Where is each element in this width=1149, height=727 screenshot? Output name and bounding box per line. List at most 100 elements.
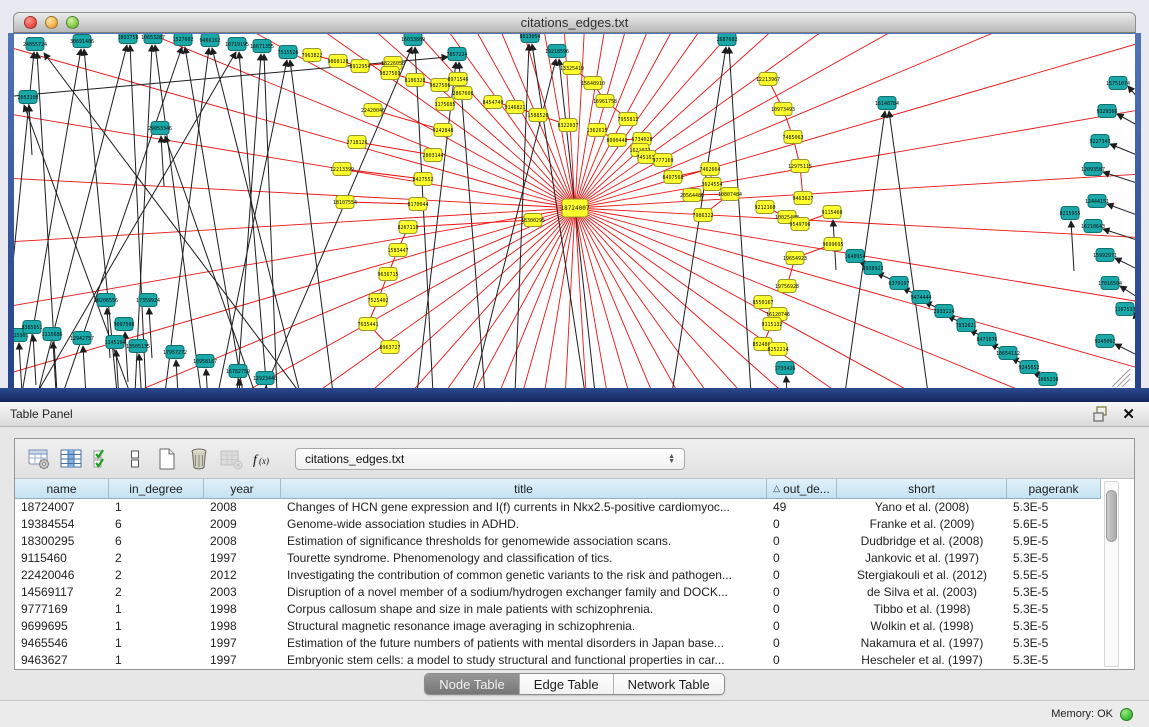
graph-node[interactable]: 2687682 <box>716 34 737 46</box>
tab-network-table[interactable]: Network Table <box>614 674 724 694</box>
graph-node[interactable]: 12942757 <box>70 332 94 345</box>
graph-node[interactable]: 9227343 <box>1089 135 1110 148</box>
graph-node[interactable]: 7857224 <box>446 48 467 61</box>
graph-node[interactable]: 7955812 <box>617 113 638 126</box>
graph-node[interactable]: 12213399 <box>330 163 354 176</box>
graph-node[interactable]: 9474444 <box>910 291 931 304</box>
graph-node[interactable]: 16210643 <box>1081 220 1105 233</box>
close-panel-icon[interactable]: ✕ <box>1122 405 1135 423</box>
graph-node[interactable]: 9636715 <box>377 268 398 281</box>
graph-node[interactable]: 12923446 <box>253 372 277 385</box>
table-row[interactable]: 1938455462009Genome-wide association stu… <box>15 516 1101 533</box>
graph-node[interactable]: 12444151 <box>1085 195 1109 208</box>
graph-node[interactable]: 13325419 <box>560 62 584 75</box>
select-rows-icon[interactable] <box>89 446 117 472</box>
graph-node[interactable]: 18724007 <box>561 199 590 217</box>
table-row[interactable]: 977716911998Corpus callosum shape and si… <box>15 601 1101 618</box>
graph-node[interactable]: 8550167 <box>752 296 773 309</box>
clear-selection-icon[interactable] <box>121 446 149 472</box>
graph-node[interactable]: 8322037 <box>557 119 578 132</box>
column-select-icon[interactable] <box>57 446 85 472</box>
graph-node[interactable]: 3175685 <box>434 98 455 111</box>
citation-network-graph[interactable]: 2405572430691406189375810653287152760294… <box>14 34 1135 390</box>
memory-status-led[interactable] <box>1120 708 1133 721</box>
graph-node[interactable]: 17957272 <box>163 346 187 359</box>
graph-node[interactable]: 1527602 <box>172 34 193 46</box>
column-header-name[interactable]: name <box>15 479 109 499</box>
graph-node[interactable]: 8938923 <box>862 262 883 275</box>
float-panel-icon[interactable] <box>1092 406 1110 422</box>
graph-node[interactable]: 10654112 <box>996 347 1020 360</box>
graph-node[interactable]: 29053346 <box>148 122 172 135</box>
table-row[interactable]: 2242004622012Investigating the contribut… <box>15 567 1101 584</box>
column-header-year[interactable]: year <box>204 479 281 499</box>
graph-node[interactable]: 19218596 <box>545 45 569 58</box>
graph-node[interactable]: 8813054 <box>519 34 540 43</box>
graph-node[interactable]: 18300295 <box>521 214 545 227</box>
graph-node[interactable]: 7525402 <box>367 294 388 307</box>
graph-node[interactable]: 1167533 <box>1114 303 1135 316</box>
graph-node[interactable]: 8215955 <box>1059 207 1080 220</box>
graph-node[interactable]: 2053100 <box>17 91 38 104</box>
graph-node[interactable]: 6379197 <box>888 277 909 290</box>
graph-node[interactable]: 8385051 <box>21 321 42 334</box>
graph-node[interactable]: 9466162 <box>199 34 220 47</box>
graph-node[interactable]: 22420046 <box>361 104 385 117</box>
graph-node[interactable]: 9242848 <box>432 124 453 137</box>
graph-node[interactable]: 1893758 <box>117 34 138 44</box>
graph-node[interactable]: 1640954 <box>844 250 865 263</box>
graph-node[interactable]: 12093587 <box>1081 163 1105 176</box>
new-file-icon[interactable] <box>153 446 181 472</box>
graph-node[interactable]: 16782759 <box>226 365 250 378</box>
graph-node[interactable]: 7485063 <box>782 131 803 144</box>
graph-node[interactable]: 16148784 <box>875 97 899 110</box>
graph-node[interactable]: 7986322 <box>692 209 713 222</box>
table-row[interactable]: 946554611997Estimation of the future num… <box>15 635 1101 652</box>
column-header-pagerank[interactable]: pagerank <box>1007 479 1101 499</box>
graph-node[interactable]: 8170044 <box>407 198 428 211</box>
graph-node[interactable]: 13505135 <box>126 340 150 353</box>
graph-node[interactable]: 1065210 <box>1037 373 1058 386</box>
graph-node[interactable]: 12975115 <box>788 160 812 173</box>
graph-node[interactable]: 9245652 <box>1018 361 1039 374</box>
column-header-out_de[interactable]: △out_de... <box>767 479 837 499</box>
graph-node[interactable]: 8252214 <box>767 343 788 356</box>
graph-node[interactable]: 20564486 <box>680 189 704 202</box>
close-window-icon[interactable] <box>24 16 37 29</box>
graph-node[interactable]: 20206556 <box>94 294 118 307</box>
graph-node[interactable]: 9549796 <box>789 218 810 231</box>
graph-node[interactable]: 17359924 <box>136 294 160 307</box>
table-row[interactable]: 911546021997Tourette syndrome. Phenomeno… <box>15 550 1101 567</box>
graph-node[interactable]: 8186328 <box>404 74 425 87</box>
table-row[interactable]: 1456911722003Disruption of a novel membe… <box>15 584 1101 601</box>
graph-node[interactable]: 10973493 <box>771 103 795 116</box>
graph-node[interactable]: 1583447 <box>387 244 408 257</box>
graph-node[interactable]: 9699695 <box>822 238 843 251</box>
table-row[interactable]: 969969511998Structural magnetic resonanc… <box>15 618 1101 635</box>
network-window-titlebar[interactable]: citations_edges.txt <box>13 12 1136 33</box>
vertical-scrollbar[interactable] <box>1104 481 1119 667</box>
graph-node[interactable]: 8912954 <box>349 60 370 73</box>
graph-node[interactable]: 6497568 <box>662 171 683 184</box>
graph-node[interactable]: 1733426 <box>774 362 795 375</box>
column-header-short[interactable]: short <box>837 479 1007 499</box>
graph-node[interactable]: 10807484 <box>718 188 742 201</box>
graph-node[interactable]: 2803144 <box>422 149 443 162</box>
tab-edge-table[interactable]: Edge Table <box>520 674 614 694</box>
graph-node[interactable]: 8963727 <box>379 341 400 354</box>
table-row[interactable]: 946362711997Embryonic stem cells: a mode… <box>15 652 1101 669</box>
column-header-title[interactable]: title <box>281 479 767 499</box>
graph-node[interactable]: 7832621 <box>955 319 976 332</box>
scrollbar-thumb[interactable] <box>1106 490 1117 542</box>
table-settings-icon[interactable] <box>25 446 53 472</box>
table-row[interactable]: 1872400712008Changes of HCN gene express… <box>15 499 1101 516</box>
graph-node[interactable]: 9827503 <box>379 67 400 80</box>
graph-node[interactable]: 9463627 <box>792 192 813 205</box>
graph-node[interactable]: 8427552 <box>412 173 433 186</box>
graph-node[interactable]: 8267110 <box>397 221 418 234</box>
graph-node[interactable]: 1588520 <box>527 109 548 122</box>
graph-node[interactable]: 8990448 <box>606 134 627 147</box>
table-select-dropdown[interactable]: citations_edges.txt▲▼ <box>295 448 685 470</box>
zoom-window-icon[interactable] <box>66 16 79 29</box>
graph-node[interactable]: 9245092 <box>1094 335 1115 348</box>
